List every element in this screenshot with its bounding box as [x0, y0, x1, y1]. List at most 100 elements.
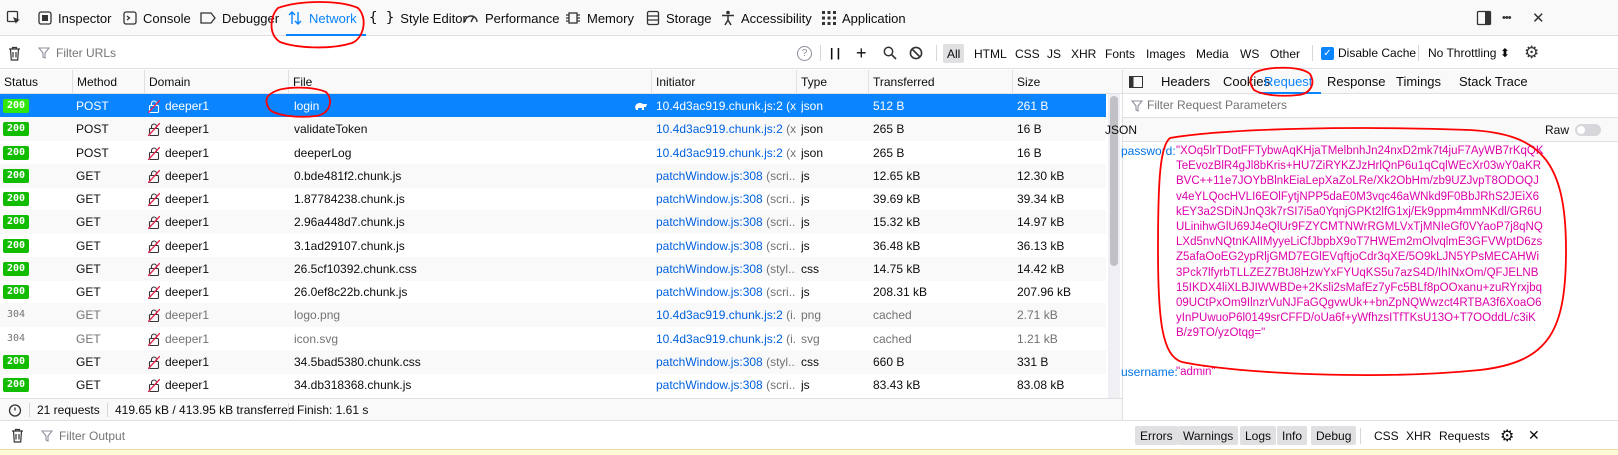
console-filter-css[interactable]: CSS	[1369, 426, 1404, 445]
initiator-link[interactable]: 10.4d3ac919.chunk.js:2	[656, 308, 783, 322]
initiator-link[interactable]: 10.4d3ac919.chunk.js:2	[656, 99, 783, 113]
initiator-link[interactable]: patchWindow.js:308	[656, 239, 763, 253]
console-input-strip[interactable]	[0, 449, 1618, 455]
table-row[interactable]: 200 GET deeper1 2.96a448d7.chunk.js patchWin…	[0, 210, 1106, 235]
tab-cookies[interactable]: Cookies	[1223, 70, 1270, 94]
filter-type-xhr[interactable]: XHR	[1067, 44, 1100, 63]
tab-memory[interactable]: Memory	[565, 0, 634, 36]
request-initiator[interactable]: patchWindow.js:308 (scri...	[656, 373, 796, 397]
console-filter-requests[interactable]: Requests	[1434, 426, 1495, 445]
request-initiator[interactable]: patchWindow.js:308 (scri...	[656, 280, 796, 304]
column-initiator[interactable]: Initiator	[651, 70, 796, 94]
tab-accessibility[interactable]: Accessibility	[721, 0, 812, 36]
more-options-button[interactable]: •••	[1502, 0, 1512, 36]
request-initiator[interactable]: patchWindow.js:308 (scri...	[656, 164, 796, 188]
console-filter-errors[interactable]: Errors	[1135, 426, 1178, 445]
table-row[interactable]: 200 GET deeper1 34.5bad5380.chunk.css patchW…	[0, 349, 1106, 374]
console-filter-debug[interactable]: Debug	[1311, 426, 1357, 445]
help-button[interactable]: ?	[797, 37, 812, 69]
initiator-link[interactable]: patchWindow.js:308	[656, 285, 763, 299]
filter-type-ws[interactable]: WS	[1236, 44, 1263, 63]
table-row[interactable]: 200 GET deeper1 1.87784238.chunk.js patchWin…	[0, 187, 1106, 211]
table-row[interactable]: 200 POST deeper1 validateToken 10.4d3ac919.c…	[0, 117, 1106, 142]
request-initiator[interactable]: patchWindow.js:308 (styl...	[656, 350, 796, 374]
performance-analysis-button[interactable]	[8, 399, 22, 421]
tab-response[interactable]: Response	[1327, 70, 1386, 94]
checkbox-checked-icon[interactable]: ✓	[1321, 46, 1334, 60]
request-initiator[interactable]: patchWindow.js:308 (scri...	[656, 234, 796, 258]
column-transferred[interactable]: Transferred	[868, 70, 1012, 94]
add-request-button[interactable]: +	[856, 37, 867, 69]
request-initiator[interactable]: 10.4d3ac919.chunk.js:2 (x...	[656, 94, 796, 118]
filter-type-other[interactable]: Other	[1266, 44, 1304, 63]
table-row[interactable]: 200 GET deeper1 3.1ad29107.chunk.js patchWin…	[0, 234, 1106, 258]
filter-type-all[interactable]: All	[943, 44, 965, 63]
tab-request[interactable]: Request	[1264, 70, 1312, 94]
filter-type-fonts[interactable]: Fonts	[1101, 44, 1139, 63]
console-settings-button[interactable]: ⚙	[1495, 426, 1519, 445]
table-row[interactable]: 200 POST deeper1 login 10.4d3ac919.chunk.js:…	[0, 94, 1106, 118]
table-row[interactable]: 200 GET deeper1 26.5cf10392.chunk.css patchW…	[0, 256, 1106, 281]
request-params-filter[interactable]	[1123, 94, 1618, 118]
tab-storage[interactable]: Storage	[646, 0, 712, 36]
close-devtools-button[interactable]: ✕	[1532, 0, 1545, 36]
close-split-console-button[interactable]: ✕	[1523, 426, 1545, 445]
filter-type-media[interactable]: Media	[1192, 44, 1233, 63]
column-status[interactable]: Status	[0, 70, 72, 94]
request-initiator[interactable]: patchWindow.js:308 (scri...	[656, 210, 796, 234]
initiator-link[interactable]: patchWindow.js:308	[656, 378, 763, 392]
initiator-link[interactable]: 10.4d3ac919.chunk.js:2	[656, 122, 783, 136]
dock-toggle-button[interactable]	[1476, 0, 1492, 36]
initiator-link[interactable]: patchWindow.js:308	[656, 169, 763, 183]
filter-params-input[interactable]	[1147, 98, 1587, 112]
raw-toggle[interactable]	[1575, 124, 1601, 136]
initiator-link[interactable]: patchWindow.js:308	[656, 192, 763, 206]
table-row[interactable]: 200 GET deeper1 0.bde481f2.chunk.js patchWin…	[0, 163, 1106, 188]
filter-type-js[interactable]: JS	[1043, 44, 1065, 63]
console-filter-logs[interactable]: Logs	[1240, 426, 1277, 445]
block-requests-button[interactable]	[909, 37, 923, 69]
request-initiator[interactable]: 10.4d3ac919.chunk.js:2 (x...	[656, 141, 796, 165]
initiator-link[interactable]: 10.4d3ac919.chunk.js:2	[656, 146, 783, 160]
tab-style-editor[interactable]: { } Style Editor	[369, 0, 467, 36]
request-initiator[interactable]: 10.4d3ac919.chunk.js:2 (i...	[656, 327, 796, 351]
console-filter-warnings[interactable]: Warnings	[1178, 426, 1239, 445]
tab-stack-trace[interactable]: Stack Trace	[1459, 70, 1528, 94]
column-domain[interactable]: Domain	[144, 70, 288, 94]
initiator-link[interactable]: patchWindow.js:308	[656, 262, 763, 276]
request-initiator[interactable]: 10.4d3ac919.chunk.js:2 (x...	[656, 117, 796, 141]
tab-debugger[interactable]: Debugger	[200, 0, 279, 36]
tab-console[interactable]: Console	[123, 0, 191, 36]
request-initiator[interactable]: 10.4d3ac919.chunk.js:2 (i...	[656, 303, 796, 327]
clear-console-button[interactable]	[6, 426, 29, 445]
column-method[interactable]: Method	[72, 70, 144, 94]
network-settings-button[interactable]: ⚙	[1524, 37, 1539, 69]
filter-type-css[interactable]: CSS	[1011, 44, 1044, 63]
tab-performance[interactable]: Performance	[463, 0, 559, 36]
filter-type-images[interactable]: Images	[1142, 44, 1189, 63]
filter-type-html[interactable]: HTML	[970, 44, 1011, 63]
initiator-link[interactable]: patchWindow.js:308	[656, 215, 763, 229]
tab-network[interactable]: Network	[287, 0, 357, 36]
filter-output-field[interactable]	[36, 426, 464, 445]
tab-application[interactable]: Application	[822, 0, 906, 36]
console-filter-info[interactable]: Info	[1277, 426, 1308, 445]
filter-urls-field[interactable]	[38, 37, 796, 69]
request-initiator[interactable]: patchWindow.js:308 (styl...	[656, 257, 796, 281]
table-row[interactable]: 304 GET deeper1 logo.png 10.4d3ac919.chunk.j…	[0, 303, 1106, 328]
clear-requests-button[interactable]	[8, 37, 21, 69]
element-picker-button[interactable]	[6, 0, 28, 36]
json-section-header[interactable]: JSON Raw	[1105, 118, 1618, 142]
pause-recording-button[interactable]: | |	[830, 37, 840, 69]
table-scrollbar[interactable]	[1108, 94, 1120, 398]
column-file[interactable]: File	[288, 70, 651, 94]
search-button[interactable]	[883, 37, 897, 69]
column-type[interactable]: Type	[796, 70, 868, 94]
tab-headers[interactable]: Headers	[1161, 70, 1210, 94]
tab-timings[interactable]: Timings	[1396, 70, 1441, 94]
console-filter-xhr[interactable]: XHR	[1401, 426, 1436, 445]
throttling-select[interactable]: No Throttling ⬍	[1428, 37, 1510, 69]
request-initiator[interactable]: patchWindow.js:308 (scri...	[656, 187, 796, 211]
disable-cache-toggle[interactable]: ✓ Disable Cache	[1321, 37, 1416, 69]
toggle-sidebar-button[interactable]	[1129, 70, 1143, 94]
